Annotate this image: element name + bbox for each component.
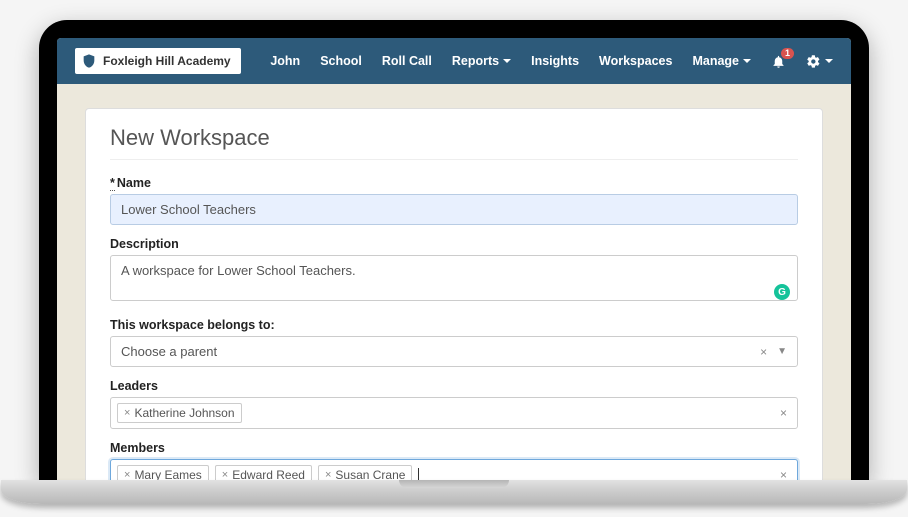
members-label: Members: [110, 441, 798, 455]
field-belongs: This workspace belongs to: Choose a pare…: [110, 318, 798, 367]
field-members: Members × Mary Eames × Edward Reed × Susan …: [110, 441, 798, 480]
name-label: *Name: [110, 176, 798, 190]
member-tag-label: Edward Reed: [232, 468, 305, 480]
clear-icon[interactable]: ×: [760, 345, 767, 359]
nav-reports[interactable]: Reports: [452, 54, 511, 68]
member-tag-label: Susan Crane: [335, 468, 405, 480]
member-tag[interactable]: × Mary Eames: [117, 465, 209, 480]
notifications-button[interactable]: 1: [771, 54, 786, 69]
remove-icon[interactable]: ×: [325, 469, 331, 480]
gear-icon: [806, 54, 821, 69]
description-label: Description: [110, 237, 798, 251]
settings-menu[interactable]: [806, 54, 833, 69]
description-wrap: [110, 255, 798, 306]
description-input[interactable]: [110, 255, 798, 301]
belongs-label: This workspace belongs to:: [110, 318, 798, 332]
caret-down-icon: [825, 59, 833, 63]
parent-select-placeholder: Choose a parent: [121, 344, 217, 359]
nav-manage-label: Manage: [692, 54, 739, 68]
member-tag[interactable]: × Susan Crane: [318, 465, 412, 480]
remove-icon[interactable]: ×: [222, 469, 228, 480]
members-input[interactable]: × Mary Eames × Edward Reed × Susan Crane ×: [110, 459, 798, 480]
name-label-text: Name: [117, 176, 151, 190]
laptop-base: [1, 480, 907, 504]
caret-down-icon: [503, 59, 511, 63]
screen: Foxleigh Hill Academy John School Roll C…: [57, 38, 851, 480]
nav-workspaces[interactable]: Workspaces: [599, 54, 672, 68]
clear-icon[interactable]: ×: [776, 468, 791, 480]
leaders-label: Leaders: [110, 379, 798, 393]
chevron-down-icon[interactable]: ▼: [777, 346, 787, 357]
nav-school[interactable]: School: [320, 54, 362, 68]
content: New Workspace *Name Description This wo: [57, 84, 851, 480]
remove-icon[interactable]: ×: [124, 469, 130, 480]
remove-icon[interactable]: ×: [124, 407, 130, 419]
form-panel: New Workspace *Name Description This wo: [85, 108, 823, 480]
leader-tag[interactable]: × Katherine Johnson: [117, 403, 242, 423]
grammarly-icon[interactable]: [774, 284, 790, 300]
brand[interactable]: Foxleigh Hill Academy: [75, 48, 241, 74]
name-input[interactable]: [110, 194, 798, 225]
member-tag[interactable]: × Edward Reed: [215, 465, 312, 480]
required-star: *: [110, 176, 115, 191]
member-tag-label: Mary Eames: [134, 468, 201, 480]
parent-select[interactable]: Choose a parent × ▼: [110, 336, 798, 367]
page-title: New Workspace: [110, 125, 798, 160]
select-actions: × ▼: [760, 345, 787, 359]
caret-down-icon: [743, 59, 751, 63]
text-cursor: [418, 468, 419, 480]
notif-badge: 1: [781, 48, 794, 59]
nav-reports-label: Reports: [452, 54, 499, 68]
field-name: *Name: [110, 176, 798, 225]
field-description: Description: [110, 237, 798, 306]
nav-rollcall[interactable]: Roll Call: [382, 54, 432, 68]
field-leaders: Leaders × Katherine Johnson ×: [110, 379, 798, 429]
leaders-input[interactable]: × Katherine Johnson ×: [110, 397, 798, 429]
shield-icon: [81, 52, 97, 70]
laptop-frame: Foxleigh Hill Academy John School Roll C…: [39, 20, 869, 480]
nav-manage[interactable]: Manage: [692, 54, 751, 68]
navbar: Foxleigh Hill Academy John School Roll C…: [57, 38, 851, 84]
leader-tag-label: Katherine Johnson: [134, 406, 234, 420]
nav-insights[interactable]: Insights: [531, 54, 579, 68]
nav-links: John School Roll Call Reports Insights W…: [270, 54, 833, 69]
clear-icon[interactable]: ×: [776, 406, 791, 420]
nav-john[interactable]: John: [270, 54, 300, 68]
brand-name: Foxleigh Hill Academy: [103, 54, 231, 68]
